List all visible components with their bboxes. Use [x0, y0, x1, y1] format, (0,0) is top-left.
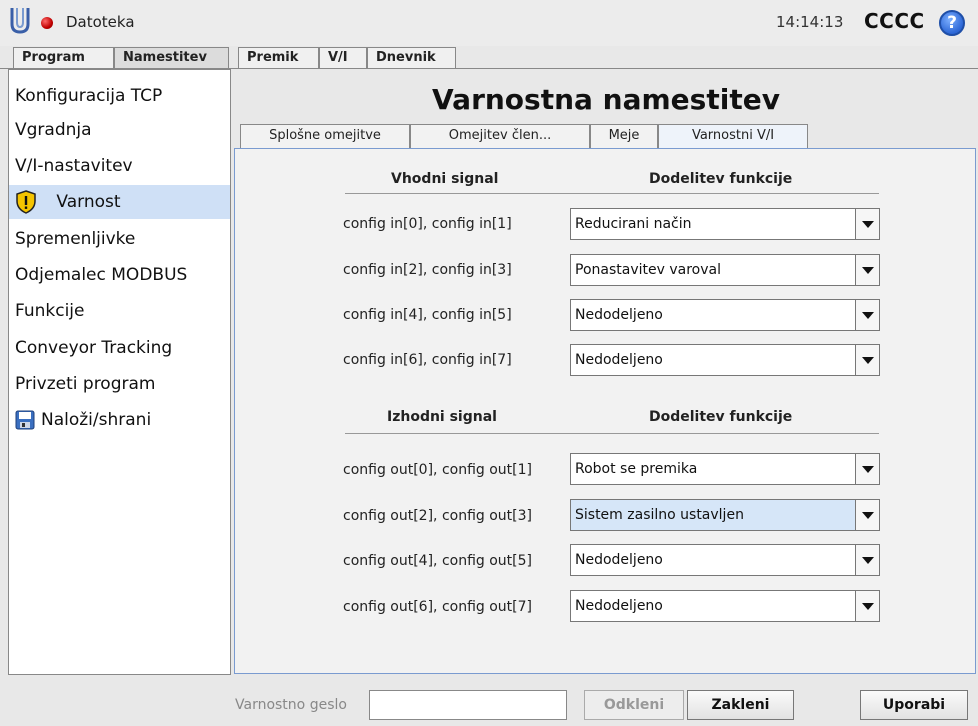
tab-program[interactable]: Program — [13, 47, 114, 69]
chevron-down-icon — [862, 357, 874, 364]
page-title: Varnostna namestitev — [432, 83, 780, 116]
unlock-button[interactable]: Odkleni — [584, 690, 684, 720]
output-signal-label: config out[2], config out[3] — [343, 508, 532, 524]
output-signal-label: config out[6], config out[7] — [343, 599, 532, 615]
output-signal-label: config out[0], config out[1] — [343, 462, 532, 478]
input-signal-label: config in[6], config in[7] — [343, 352, 512, 368]
select-value: Nedodeljeno — [575, 307, 663, 323]
sidebar-item-tcp[interactable]: Konfiguracija TCP — [9, 79, 230, 113]
chevron-down-icon — [862, 312, 874, 319]
dropdown-button[interactable] — [855, 255, 879, 285]
chevron-down-icon — [862, 466, 874, 473]
password-input[interactable] — [369, 690, 567, 720]
output-function-select[interactable]: Nedodeljeno — [570, 590, 880, 622]
sidebar-item-label: Privzeti program — [15, 374, 156, 394]
output-signal-label: config out[4], config out[5] — [343, 553, 532, 569]
sidebar-item-spremenljivke[interactable]: Spremenljivke — [9, 222, 230, 256]
input-signal-header: Vhodni signal — [391, 171, 499, 187]
sidebar-item-funkcije[interactable]: Funkcije — [9, 294, 230, 328]
apply-button[interactable]: Uporabi — [860, 690, 968, 720]
output-function-select[interactable]: Nedodeljeno — [570, 544, 880, 576]
chevron-down-icon — [862, 512, 874, 519]
tab-boundaries[interactable]: Meje — [590, 124, 658, 148]
select-value: Reducirani način — [575, 216, 692, 232]
input-function-header: Dodelitev funkcije — [649, 171, 793, 187]
status-indicator-icon — [41, 17, 53, 29]
input-function-select[interactable]: Nedodeljeno — [570, 344, 880, 376]
dropdown-button[interactable] — [855, 500, 879, 530]
tab-safety-io[interactable]: Varnostni V/I — [658, 124, 808, 148]
password-label: Varnostno geslo — [235, 697, 347, 713]
tab-namestitev[interactable]: Namestitev — [114, 47, 229, 69]
sidebar-item-label: Spremenljivke — [15, 229, 136, 249]
chevron-down-icon — [862, 557, 874, 564]
sidebar-item-label: Konfiguracija TCP — [15, 86, 163, 106]
select-value: Robot se premika — [575, 461, 698, 477]
warning-shield-icon — [16, 190, 36, 214]
select-value: Nedodeljeno — [575, 598, 663, 614]
main-panel: Varnostna namestitev Splošne omejitve Om… — [234, 69, 978, 677]
file-menu[interactable]: Datoteka — [66, 13, 135, 31]
robot-name: CCCC — [864, 9, 925, 33]
tab-general-limits[interactable]: Splošne omejitve — [240, 124, 410, 148]
sidebar-item-label: Varnost — [56, 192, 121, 212]
lock-button[interactable]: Zakleni — [687, 690, 794, 720]
sidebar-item-io-setup[interactable]: V/I-nastavitev — [9, 149, 230, 183]
select-value: Nedodeljeno — [575, 352, 663, 368]
dropdown-button[interactable] — [855, 591, 879, 621]
select-value: Sistem zasilno ustavljen — [575, 507, 744, 523]
chevron-down-icon — [862, 267, 874, 274]
tab-dnevnik[interactable]: Dnevnik — [367, 47, 456, 69]
sidebar-item-vgradnja[interactable]: Vgradnja — [9, 113, 230, 147]
dropdown-button[interactable] — [855, 209, 879, 239]
sidebar: Konfiguracija TCP Vgradnja V/I-nastavite… — [8, 69, 231, 675]
input-function-select[interactable]: Reducirani način — [570, 208, 880, 240]
sidebar-item-label: Conveyor Tracking — [15, 338, 173, 358]
dropdown-button[interactable] — [855, 300, 879, 330]
sidebar-item-default-program[interactable]: Privzeti program — [9, 367, 230, 401]
clock: 14:14:13 — [776, 13, 844, 31]
sidebar-item-label: Odjemalec MODBUS — [15, 265, 188, 285]
sidebar-item-label: Naloži/shrani — [41, 410, 152, 430]
safety-io-panel: Vhodni signal Dodelitev funkcije config … — [234, 148, 976, 674]
sidebar-item-label: V/I-nastavitev — [15, 156, 133, 176]
sidebar-item-conveyor[interactable]: Conveyor Tracking — [9, 331, 230, 365]
input-function-select[interactable]: Ponastavitev varoval — [570, 254, 880, 286]
dropdown-button[interactable] — [855, 454, 879, 484]
tab-premik[interactable]: Premik — [238, 47, 319, 69]
sidebar-item-load-save[interactable]: Naloži/shrani — [9, 403, 230, 437]
input-signal-label: config in[4], config in[5] — [343, 307, 512, 323]
input-signal-label: config in[0], config in[1] — [343, 216, 512, 232]
select-value: Nedodeljeno — [575, 552, 663, 568]
output-signal-header: Izhodni signal — [387, 409, 497, 425]
output-function-select[interactable]: Robot se premika — [570, 453, 880, 485]
input-function-select[interactable]: Nedodeljeno — [570, 299, 880, 331]
output-function-select[interactable]: Sistem zasilno ustavljen — [570, 499, 880, 531]
sidebar-item-label: Funkcije — [15, 301, 85, 321]
floppy-disk-icon — [15, 410, 35, 430]
input-signal-label: config in[2], config in[3] — [343, 262, 512, 278]
sidebar-item-label: Vgradnja — [15, 120, 92, 140]
dropdown-button[interactable] — [855, 345, 879, 375]
header-divider — [345, 193, 879, 194]
top-bar: Datoteka 14:14:13 CCCC ? — [0, 0, 978, 46]
help-icon[interactable]: ? — [939, 10, 965, 36]
sidebar-item-modbus[interactable]: Odjemalec MODBUS — [9, 258, 230, 292]
tab-vi[interactable]: V/I — [319, 47, 367, 69]
select-value: Ponastavitev varoval — [575, 262, 721, 278]
chevron-down-icon — [862, 603, 874, 610]
sidebar-item-varnost[interactable]: Varnost — [9, 185, 230, 219]
header-divider — [345, 433, 879, 434]
ur-logo-icon — [10, 8, 30, 34]
chevron-down-icon — [862, 221, 874, 228]
output-function-header: Dodelitev funkcije — [649, 409, 793, 425]
dropdown-button[interactable] — [855, 545, 879, 575]
tab-joint-limits[interactable]: Omejitev člen... — [410, 124, 590, 148]
